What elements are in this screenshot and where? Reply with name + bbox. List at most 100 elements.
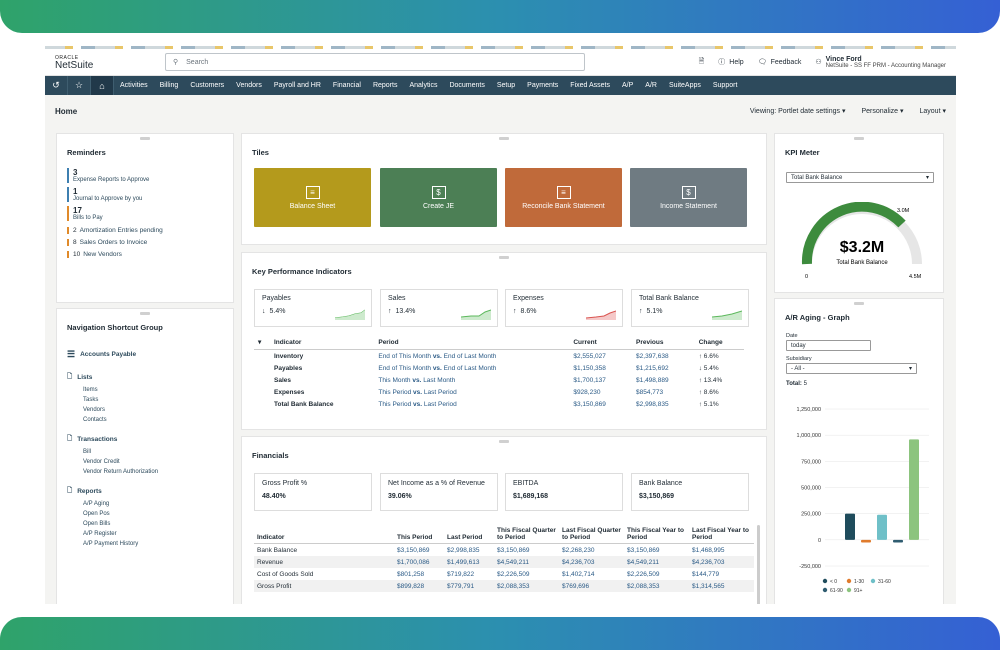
viewing-dropdown[interactable]: Viewing: Portlet date settings ▾ [750,107,846,115]
nav-item-fixed-assets[interactable]: Fixed Assets [564,82,616,89]
value-cell[interactable]: $2,226,509 [624,568,689,580]
user-menu[interactable]: ⚇ Vince Ford NetSuite - SS FF PRM - Accoun… [815,56,946,69]
drag-handle[interactable] [854,302,864,305]
value-cell[interactable]: $1,402,714 [559,568,624,580]
previous-cell[interactable]: $2,397,638 [632,350,695,363]
nav-item-reports[interactable]: Reports [367,82,404,89]
nav-item-customers[interactable]: Customers [184,82,230,89]
value-cell[interactable]: $4,549,211 [494,556,559,568]
favorites-star-icon[interactable]: ☆ [68,76,91,95]
period-link[interactable]: End of This Month vs. End of Last Month [374,362,569,374]
reminder-item[interactable]: 17 Bills to Pay [67,206,207,221]
previous-cell[interactable]: $2,998,835 [632,398,695,410]
current-cell[interactable]: $2,555,027 [569,350,632,363]
kpi-box[interactable]: Total Bank Balance ↑ 5.1% [631,289,749,327]
value-cell[interactable]: $899,828 [394,580,444,592]
nav-item-financial[interactable]: Financial [327,82,367,89]
nav-item-payroll[interactable]: Payroll and HR [268,82,327,89]
shortcut-link[interactable]: Vendors [67,407,217,413]
accounts-payable-link[interactable]: ☰ Accounts Payable [67,349,217,360]
nav-item-activities[interactable]: Activities [114,82,154,89]
value-cell[interactable]: $1,700,086 [394,556,444,568]
current-cell[interactable]: $1,150,358 [569,362,632,374]
current-cell[interactable]: $3,150,869 [569,398,632,410]
shortcut-link[interactable]: Vendor Return Authorization [67,469,217,475]
value-cell[interactable]: $2,088,353 [494,580,559,592]
nav-item-vendors[interactable]: Vendors [230,82,268,89]
period-link[interactable]: This Period vs. Last Period [374,386,569,398]
value-cell[interactable]: $2,998,835 [444,544,494,557]
drag-handle[interactable] [499,256,509,259]
tile-create-je[interactable]: $ Create JE [380,168,497,227]
drag-handle[interactable] [854,137,864,140]
financial-box[interactable]: Net Income as a % of Revenue 39.06% [380,473,498,511]
kpi-meter-select[interactable]: Total Bank Balance ▾ [786,172,934,183]
reminder-item[interactable]: 3 Expense Reports to Approve [67,168,207,183]
shortcut-link[interactable]: Bill [67,449,217,455]
shortcut-link[interactable]: Items [67,387,217,393]
value-cell[interactable]: $1,468,995 [689,544,754,557]
shortcut-link[interactable]: Open Bills [67,521,217,527]
value-cell[interactable]: $719,822 [444,568,494,580]
reminder-item[interactable]: 10 New Vendors [67,251,207,258]
layout-dropdown[interactable]: Layout ▾ [920,107,947,115]
home-icon[interactable]: ⌂ [91,76,114,95]
value-cell[interactable]: $2,226,509 [494,568,559,580]
period-link[interactable]: This Month vs. Last Month [374,374,569,386]
value-cell[interactable]: $4,236,703 [689,556,754,568]
shortcut-link[interactable]: A/P Payment History [67,541,217,547]
drag-handle[interactable] [140,137,150,140]
tile-balance-sheet[interactable]: ≡ Balance Sheet [254,168,371,227]
value-cell[interactable]: $1,499,613 [444,556,494,568]
shortcut-link[interactable]: A/P Aging [67,501,217,507]
previous-cell[interactable]: $1,498,889 [632,374,695,386]
previous-cell[interactable]: $1,215,692 [632,362,695,374]
value-cell[interactable]: $2,268,230 [559,544,624,557]
nav-item-billing[interactable]: Billing [154,82,185,89]
financial-box[interactable]: Gross Profit % 48.40% [254,473,372,511]
drag-handle[interactable] [499,137,509,140]
recent-records-icon[interactable]: 🗎 [699,57,705,68]
nav-item-ar[interactable]: A/R [639,82,663,89]
value-cell[interactable]: $144,779 [689,568,754,580]
history-icon[interactable]: ↺ [45,76,68,95]
reminder-item[interactable]: 1 Journal to Approve by you [67,187,207,202]
kpi-box[interactable]: Expenses ↑ 8.6% [505,289,623,327]
nav-item-suiteapps[interactable]: SuiteApps [663,82,707,89]
shortcut-link[interactable]: Vendor Credit [67,459,217,465]
shortcut-link[interactable]: Tasks [67,397,217,403]
nav-item-analytics[interactable]: Analytics [403,82,443,89]
period-link[interactable]: End of This Month vs. End of Last Month [374,350,569,363]
current-cell[interactable]: $1,700,137 [569,374,632,386]
drag-handle[interactable] [140,312,150,315]
nav-item-ap[interactable]: A/P [616,82,639,89]
tile-income-statement[interactable]: $ Income Statement [630,168,747,227]
financial-box[interactable]: Bank Balance $3,150,869 [631,473,749,511]
search-input[interactable]: ⚲ Search [165,53,585,71]
value-cell[interactable]: $2,088,353 [624,580,689,592]
current-cell[interactable]: $928,230 [569,386,632,398]
value-cell[interactable]: $4,549,211 [624,556,689,568]
value-cell[interactable]: $3,150,869 [494,544,559,557]
nav-item-support[interactable]: Support [707,82,744,89]
value-cell[interactable]: $1,314,565 [689,580,754,592]
personalize-dropdown[interactable]: Personalize ▾ [861,107,903,115]
date-input[interactable]: today [786,340,871,351]
kpi-box[interactable]: Payables ↓ 5.4% [254,289,372,327]
drag-handle[interactable] [499,440,509,443]
shortcut-link[interactable]: A/P Register [67,531,217,537]
subsidiary-select[interactable]: - All - ▾ [786,363,917,374]
value-cell[interactable]: $3,150,869 [394,544,444,557]
scrollbar[interactable] [757,525,760,604]
value-cell[interactable]: $769,696 [559,580,624,592]
nav-item-payments[interactable]: Payments [521,82,564,89]
reminder-item[interactable]: 8 Sales Orders to Invoice [67,239,207,246]
netsuite-logo[interactable]: ORACLE NetSuite [55,55,165,71]
previous-cell[interactable]: $854,773 [632,386,695,398]
financial-box[interactable]: EBITDA $1,689,168 [505,473,623,511]
kpi-box[interactable]: Sales ↑ 13.4% [380,289,498,327]
period-link[interactable]: This Period vs. Last Period [374,398,569,410]
value-cell[interactable]: $779,791 [444,580,494,592]
nav-item-setup[interactable]: Setup [491,82,521,89]
nav-item-documents[interactable]: Documents [443,82,490,89]
